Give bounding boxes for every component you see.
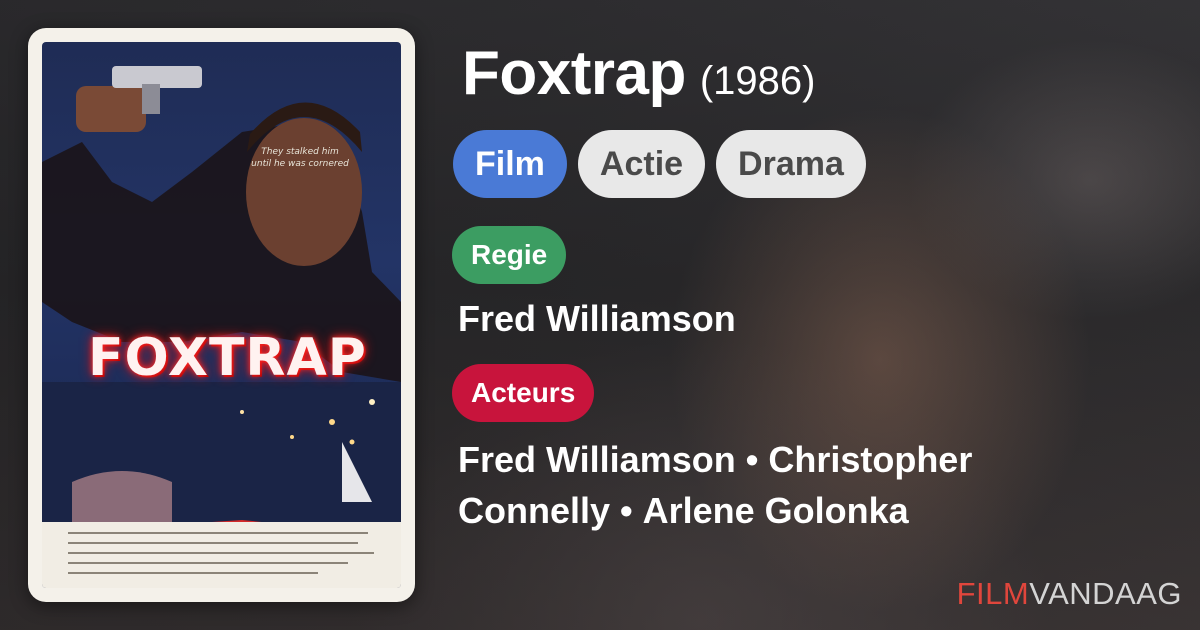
poster-illustration: They stalked him until he was cornered [42, 66, 401, 557]
movie-year: (1986) [699, 59, 816, 103]
tag-drama[interactable]: Drama [716, 130, 866, 198]
cast-member[interactable]: Arlene Golonka [643, 490, 909, 531]
poster-title: FOXTRAP [88, 328, 367, 388]
logo-part-film: FILM [956, 576, 1030, 611]
movie-poster[interactable]: They stalked him until he was cornered F… [28, 28, 415, 602]
genre-tags: Film Actie Drama [453, 130, 866, 198]
poster-credits-block [42, 522, 401, 588]
cast-member[interactable]: Fred Williamson [458, 439, 736, 480]
movie-title: Foxtrap [462, 39, 686, 108]
logo-part-vandaag: VANDAAG [1029, 576, 1182, 611]
director-name[interactable]: Fred Williamson [458, 298, 736, 340]
cast-separator: • [745, 439, 759, 480]
cast-label-badge: Acteurs [452, 364, 595, 422]
director-label-badge: Regie [452, 226, 567, 284]
site-logo[interactable]: FILMVANDAAG [957, 576, 1182, 612]
tag-actie[interactable]: Actie [577, 130, 706, 198]
tag-film[interactable]: Film [453, 130, 567, 198]
cast-list: Fred Williamson • Christopher Connelly • Arl… [458, 434, 1058, 536]
svg-text:They stalked him: They stalked him [261, 147, 339, 157]
movie-title-row: Foxtrap (1986) [462, 38, 815, 109]
cast-separator: • [620, 490, 633, 531]
svg-text:until he was cornered: until he was cornered [251, 159, 349, 169]
poster-artwork: They stalked him until he was cornered F… [42, 42, 401, 588]
